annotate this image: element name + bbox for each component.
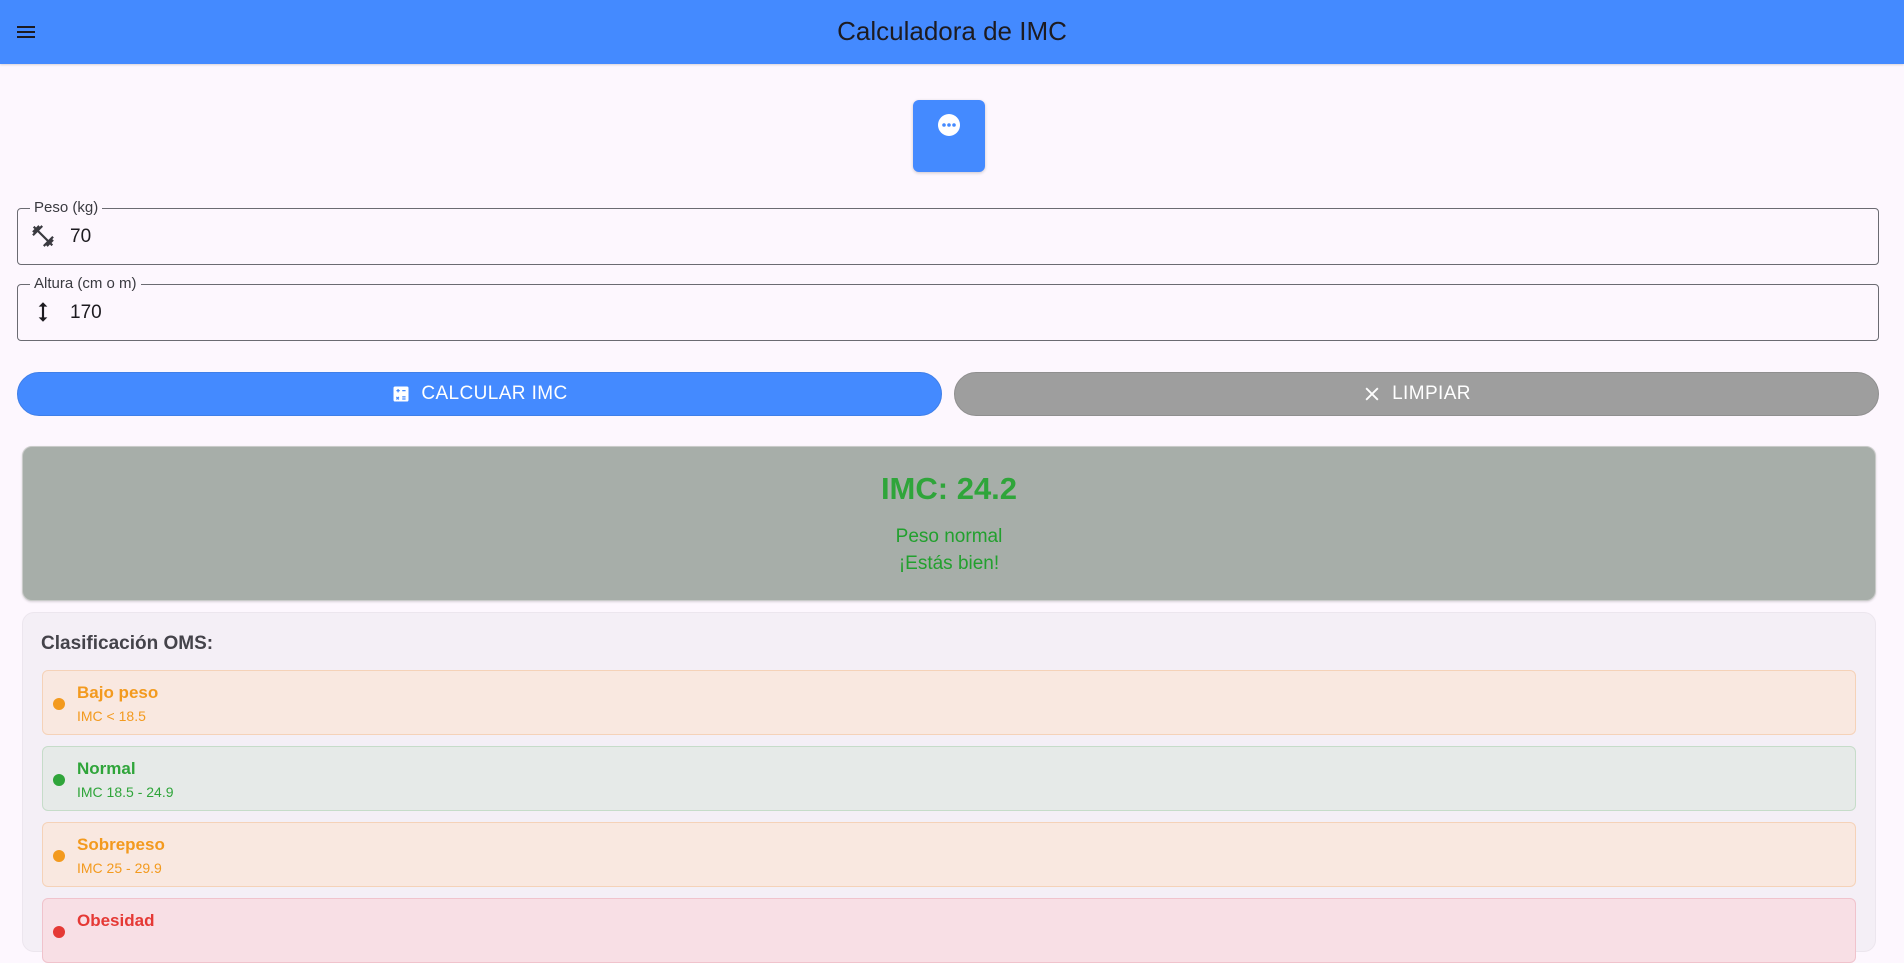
oms-row-bajo-peso: Bajo peso IMC < 18.5 (42, 670, 1856, 735)
status-dot (53, 926, 65, 938)
oms-classification-card: Clasificación OMS: Bajo peso IMC < 18.5 … (22, 612, 1876, 963)
clear-label: LIMPIAR (1392, 383, 1471, 404)
imc-category: Peso normal (895, 526, 1003, 547)
oms-row-name: Sobrepeso (77, 835, 165, 854)
oms-row-name: Normal (77, 759, 136, 778)
status-dot (53, 850, 65, 862)
result-card: IMC: 24.2 Peso normal ¡Estás bien! (22, 446, 1876, 601)
oms-row-name: Obesidad (77, 911, 155, 930)
oms-row-range: IMC < 18.5 (77, 708, 146, 724)
weight-input[interactable] (70, 209, 1850, 264)
height-field[interactable]: Altura (cm o m) (17, 275, 1879, 341)
oms-row-range: IMC 25 - 29.9 (77, 860, 162, 876)
imc-value: IMC: 24.2 (880, 471, 1018, 506)
height-icon (38, 302, 48, 322)
calculate-icon (391, 384, 411, 404)
weight-field[interactable]: Peso (kg) (17, 199, 1879, 265)
oms-row-normal: Normal IMC 18.5 - 24.9 (42, 746, 1856, 811)
app-bar: Calculadora de IMC (0, 0, 1904, 64)
app-title: Calculadora de IMC (837, 16, 1067, 46)
clear-button[interactable]: LIMPIAR (954, 372, 1879, 416)
more-horiz-circle-icon (938, 114, 960, 136)
oms-row-sobrepeso: Sobrepeso IMC 25 - 29.9 (42, 822, 1856, 887)
calculate-label: CALCULAR IMC (421, 383, 568, 404)
oms-title: Clasificación OMS: (41, 633, 214, 654)
status-dot (53, 698, 65, 710)
oms-row-range: IMC 18.5 - 24.9 (77, 784, 174, 800)
close-icon (1362, 384, 1382, 404)
app-logo (913, 100, 985, 172)
status-dot (53, 774, 65, 786)
height-input[interactable] (70, 285, 1850, 340)
oms-row-name: Bajo peso (77, 683, 159, 702)
fitness-icon (32, 225, 54, 247)
imc-message: ¡Estás bien! (898, 553, 1000, 574)
calculate-button[interactable]: CALCULAR IMC (17, 372, 942, 416)
